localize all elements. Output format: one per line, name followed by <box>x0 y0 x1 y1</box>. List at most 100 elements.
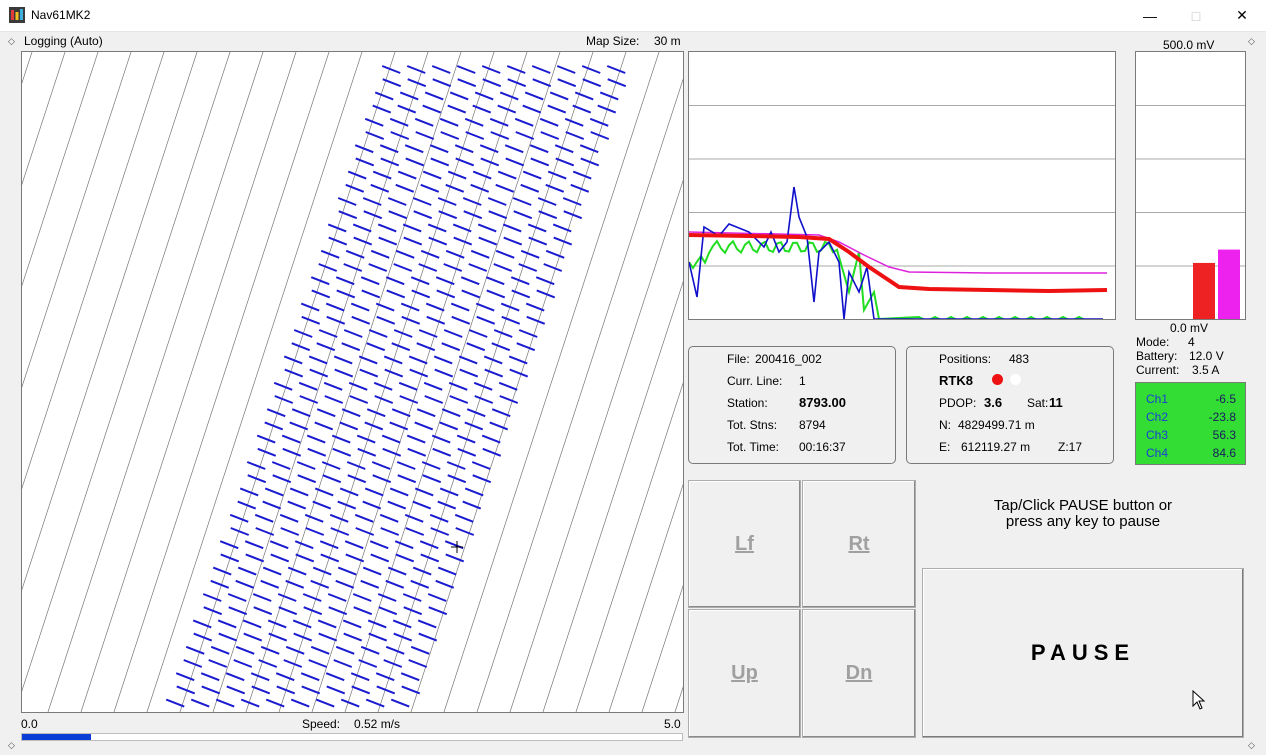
track-dash <box>350 672 370 682</box>
track-dash <box>447 104 467 114</box>
up-button[interactable]: Up <box>688 609 801 738</box>
track-dash <box>529 144 549 154</box>
track-dash <box>497 170 517 180</box>
track-dash <box>393 263 413 272</box>
track-dash <box>422 104 442 114</box>
track-dash <box>464 487 484 497</box>
track-dash <box>599 91 619 101</box>
track-dash <box>321 461 341 470</box>
track-dash <box>364 117 384 127</box>
resize-handle-bottom-left-icon[interactable]: ◇ <box>8 740 15 751</box>
close-button[interactable]: ✕ <box>1219 0 1265 31</box>
track-dash <box>350 302 370 312</box>
track-dash <box>387 500 407 510</box>
track-dash <box>581 65 601 74</box>
speed-bar-fill <box>22 734 91 740</box>
track-dash <box>363 210 383 220</box>
track-dash <box>547 170 567 180</box>
track-dash <box>435 276 455 286</box>
pdop-label: PDOP: <box>939 396 977 410</box>
track-dash <box>463 210 483 220</box>
pause-button[interactable]: PAUSE <box>922 568 1244 738</box>
right-button[interactable]: Rt <box>802 480 916 608</box>
down-button[interactable]: Dn <box>802 609 916 738</box>
track-dash <box>429 513 449 523</box>
track-dash <box>283 659 303 668</box>
track-dash <box>353 606 373 616</box>
track-dash <box>502 223 522 233</box>
maximize-button[interactable]: □ <box>1173 0 1219 31</box>
track-dash <box>283 355 303 365</box>
track-dash <box>547 104 567 114</box>
track-dash <box>302 593 322 602</box>
track-dash <box>474 91 494 101</box>
channel-value: 56.3 <box>1212 428 1236 442</box>
speed-label: Speed: <box>302 717 341 731</box>
track-dash <box>394 540 414 550</box>
track-dash <box>412 500 432 510</box>
track-dash <box>290 698 310 708</box>
track-dash <box>351 685 371 695</box>
track-dash <box>334 368 354 378</box>
track-dash <box>526 315 546 325</box>
track-dash <box>426 315 446 325</box>
track-dash <box>508 355 528 365</box>
track-dash <box>316 408 336 418</box>
pdop-value: 3.6 <box>984 395 1003 410</box>
track-dash <box>506 65 526 74</box>
map-size-label: Map Size: <box>586 34 640 48</box>
track-dash <box>450 302 470 312</box>
track-dash <box>388 210 408 220</box>
track-dash <box>345 183 365 193</box>
track-dash <box>226 685 246 695</box>
track-map[interactable] <box>21 51 684 713</box>
track-dash <box>391 342 411 352</box>
resize-handle-bottom-right-icon[interactable]: ◇ <box>1248 740 1255 751</box>
track-dash <box>434 368 454 378</box>
track-dash <box>318 263 338 272</box>
track-dash <box>466 342 486 352</box>
track-dash <box>345 553 365 563</box>
track-dash <box>418 329 438 338</box>
track-dash <box>336 289 356 299</box>
left-button[interactable]: Lf <box>688 480 801 608</box>
track-dash <box>439 117 459 127</box>
track-dash <box>448 381 468 391</box>
channel-value: -6.5 <box>1215 392 1236 406</box>
resize-handle-right-icon[interactable]: ◇ <box>1248 36 1255 47</box>
track-dash <box>329 513 349 523</box>
station-label: Station: <box>727 396 768 410</box>
title-bar: Nav61MK2 — □ ✕ <box>0 0 1266 32</box>
track-dash <box>341 342 361 352</box>
track-dash <box>449 395 469 404</box>
track-dash <box>289 421 309 431</box>
survey-line <box>22 52 66 186</box>
track-dash <box>457 447 477 457</box>
track-dash <box>370 183 390 193</box>
track-dash <box>397 474 417 484</box>
minimize-button[interactable]: — <box>1127 0 1173 31</box>
track-dash <box>253 606 273 616</box>
track-dash <box>564 117 584 127</box>
current-value: 3.5 A <box>1192 363 1220 377</box>
track-dash <box>403 606 423 616</box>
track-dash <box>382 447 402 457</box>
track-dash <box>405 157 425 167</box>
track-dash <box>297 474 317 484</box>
track-dash <box>440 131 460 140</box>
track-dash <box>468 329 488 338</box>
resize-handle-left-icon[interactable]: ◇ <box>8 36 15 47</box>
signal-max-label: 500.0 mV <box>1163 38 1215 52</box>
track-dash <box>436 289 456 299</box>
track-dash <box>267 619 287 629</box>
track-dash <box>432 78 452 88</box>
satellites-label: Sat: <box>1027 396 1049 410</box>
track-dash <box>306 434 326 444</box>
track-dash <box>258 659 278 668</box>
track-dash <box>395 249 415 259</box>
signal-trace-chart <box>688 51 1116 320</box>
track-dash <box>446 461 466 470</box>
track-dash <box>287 500 307 510</box>
track-dash <box>415 131 435 140</box>
track-dash <box>366 342 386 352</box>
